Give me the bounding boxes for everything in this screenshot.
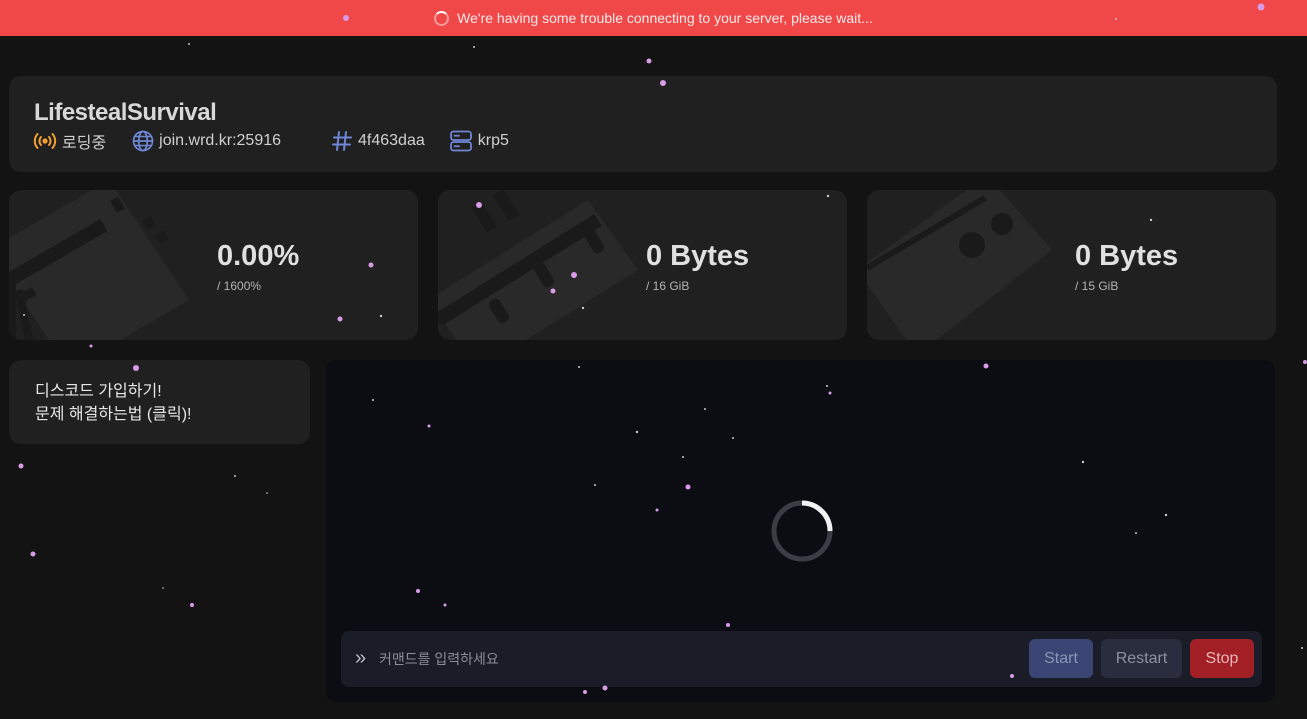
hard-drive-icon [867, 190, 1052, 340]
console-panel: » Start Restart Stop [326, 360, 1275, 702]
server-status-text: 로딩중 [62, 135, 107, 152]
server-name: LifestealSurvival [34, 99, 217, 126]
disk-usage-limit: / 15 GiB [1075, 279, 1119, 293]
globe-icon [132, 130, 154, 152]
stop-button[interactable]: Stop [1190, 639, 1254, 678]
restart-button[interactable]: Restart [1101, 639, 1182, 678]
banner-message: We're having some trouble connecting to … [457, 10, 873, 26]
server-address-text: join.wrd.kr:25916 [159, 132, 282, 149]
disk-stat-card: 0 Bytes / 15 GiB [867, 190, 1276, 340]
links-card: 디스코드 가입하기! 문제 해결하는법 (클릭)! [9, 360, 310, 444]
server-meta-row: 로딩중 join.wrd.kr:25916 4f463daa krp5 [33, 129, 509, 153]
loading-spinner-icon [771, 500, 833, 562]
connection-error-banner: We're having some trouble connecting to … [0, 0, 1307, 36]
chevron-double-right-icon: » [355, 647, 367, 669]
command-input[interactable] [379, 645, 1019, 673]
server-id: 4f463daa [331, 130, 425, 152]
discord-join-link[interactable]: 디스코드 가입하기! [35, 380, 284, 403]
server-id-text: 4f463daa [358, 132, 425, 149]
server-status: 로딩중 [33, 129, 106, 153]
disk-usage-value: 0 Bytes [1075, 240, 1179, 272]
memory-stick-icon [438, 190, 638, 340]
memory-usage-limit: / 16 GiB [646, 279, 690, 293]
hash-icon [332, 131, 353, 151]
command-bar: » Start Restart Stop [341, 631, 1262, 687]
server-header-card: LifestealSurvival 로딩중 join.wrd.kr:25916 [9, 76, 1277, 172]
troubleshoot-link[interactable]: 문제 해결하는법 (클릭)! [35, 403, 284, 426]
cpu-usage-limit: / 1600% [217, 279, 262, 293]
memory-usage-value: 0 Bytes [646, 240, 750, 272]
start-button[interactable]: Start [1029, 639, 1093, 678]
cpu-usage-value: 0.00% [217, 240, 300, 272]
broadcast-icon [33, 133, 57, 149]
cpu-chip-icon [9, 190, 189, 340]
memory-stat-card: 0 Bytes / 16 GiB [438, 190, 847, 340]
server-node-text: krp5 [477, 132, 509, 149]
cpu-stat-card: 0.00% / 1600% [9, 190, 418, 340]
server-address[interactable]: join.wrd.kr:25916 [132, 130, 281, 152]
server-node: krp5 [449, 129, 509, 153]
loading-spinner-icon [434, 10, 450, 26]
server-stack-icon [449, 130, 472, 152]
